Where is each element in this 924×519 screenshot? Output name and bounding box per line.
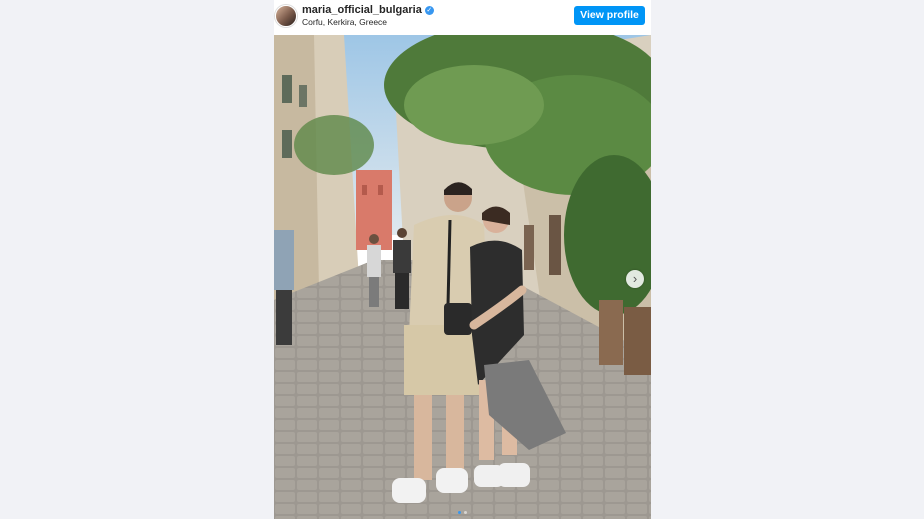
chevron-right-icon[interactable]: › <box>626 270 644 288</box>
avatar[interactable] <box>275 5 297 27</box>
username-text: maria_official_bulgaria <box>302 4 422 16</box>
instagram-embed: maria_official_bulgaria ✓ Corfu, Kerkira,… <box>274 0 651 519</box>
carousel-dot <box>464 511 467 514</box>
carousel-indicator <box>274 511 651 516</box>
post-photo[interactable] <box>274 35 651 519</box>
location-link[interactable]: Corfu, Kerkira, Greece <box>302 17 387 27</box>
post-header: maria_official_bulgaria ✓ Corfu, Kerkira,… <box>274 0 651 36</box>
verified-badge-icon: ✓ <box>424 6 434 15</box>
carousel-dot-active <box>458 511 461 514</box>
view-profile-button[interactable]: View profile <box>574 6 645 25</box>
username-link[interactable]: maria_official_bulgaria ✓ <box>302 4 434 16</box>
